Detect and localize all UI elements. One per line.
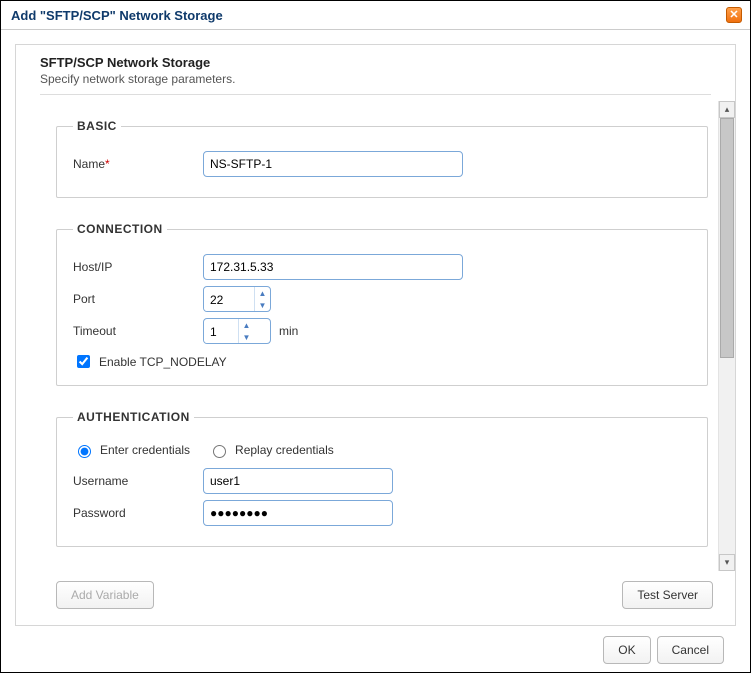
radio-enter-credentials[interactable]: Enter credentials xyxy=(73,442,190,458)
ok-button[interactable]: OK xyxy=(603,636,650,664)
panel-title: SFTP/SCP Network Storage xyxy=(40,55,711,70)
row-port: Port ▲ ▼ xyxy=(73,286,691,312)
cancel-button[interactable]: Cancel xyxy=(657,636,724,664)
radio-replay-credentials[interactable]: Replay credentials xyxy=(208,442,334,458)
password-label: Password xyxy=(73,506,203,520)
timeout-label: Timeout xyxy=(73,324,203,338)
scroll-down-icon[interactable]: ▾ xyxy=(719,554,735,571)
chevron-down-icon[interactable]: ▼ xyxy=(255,299,270,311)
group-authentication: AUTHENTICATION Enter credentials Replay … xyxy=(56,410,708,547)
row-username: Username xyxy=(73,468,691,494)
port-input[interactable] xyxy=(204,287,254,312)
group-connection: CONNECTION Host/IP Port ▲ ▼ xyxy=(56,222,708,386)
form-area: BASIC Name* CONNECTION Host/IP xyxy=(16,101,718,571)
panel-footer: Add Variable Test Server xyxy=(16,571,735,625)
chevron-up-icon[interactable]: ▲ xyxy=(255,287,270,299)
row-auth-mode: Enter credentials Replay credentials xyxy=(73,442,691,458)
chevron-down-icon[interactable]: ▼ xyxy=(239,331,254,343)
scrollbar-thumb[interactable] xyxy=(720,118,734,358)
password-input[interactable] xyxy=(203,500,393,526)
required-mark: * xyxy=(105,157,110,171)
dialog-titlebar: Add "SFTP/SCP" Network Storage ✕ xyxy=(1,1,750,30)
row-timeout: Timeout ▲ ▼ min xyxy=(73,318,691,344)
vertical-scrollbar[interactable]: ▴ ▾ xyxy=(718,101,735,571)
timeout-spinner-arrows: ▲ ▼ xyxy=(238,319,254,343)
username-label: Username xyxy=(73,474,203,488)
scroll-area: BASIC Name* CONNECTION Host/IP xyxy=(16,101,735,571)
name-input[interactable] xyxy=(203,151,463,177)
chevron-up-icon[interactable]: ▲ xyxy=(239,319,254,331)
host-label: Host/IP xyxy=(73,260,203,274)
name-label: Name* xyxy=(73,157,203,171)
radio-replay-input[interactable] xyxy=(213,445,226,458)
add-variable-button[interactable]: Add Variable xyxy=(56,581,154,609)
main-panel: SFTP/SCP Network Storage Specify network… xyxy=(15,44,736,626)
test-server-button[interactable]: Test Server xyxy=(622,581,713,609)
nodelay-label: Enable TCP_NODELAY xyxy=(99,355,227,369)
dialog-footer: OK Cancel xyxy=(15,626,736,676)
group-auth-legend: AUTHENTICATION xyxy=(73,410,194,424)
username-input[interactable] xyxy=(203,468,393,494)
row-password: Password xyxy=(73,500,691,526)
dialog-title: Add "SFTP/SCP" Network Storage xyxy=(11,8,223,23)
row-nodelay: Enable TCP_NODELAY xyxy=(73,352,691,371)
timeout-spinner[interactable]: ▲ ▼ xyxy=(203,318,271,344)
group-basic: BASIC Name* xyxy=(56,119,708,198)
timeout-unit: min xyxy=(279,324,298,338)
scrollbar-track[interactable] xyxy=(719,118,735,554)
row-host: Host/IP xyxy=(73,254,691,280)
panel-header: SFTP/SCP Network Storage Specify network… xyxy=(16,45,735,101)
radio-enter-input[interactable] xyxy=(78,445,91,458)
nodelay-checkbox[interactable] xyxy=(77,355,90,368)
panel-subtitle: Specify network storage parameters. xyxy=(40,70,711,95)
host-input[interactable] xyxy=(203,254,463,280)
row-name: Name* xyxy=(73,151,691,177)
port-spinner-arrows: ▲ ▼ xyxy=(254,287,270,311)
scroll-up-icon[interactable]: ▴ xyxy=(719,101,735,118)
port-label: Port xyxy=(73,292,203,306)
group-connection-legend: CONNECTION xyxy=(73,222,167,236)
close-icon[interactable]: ✕ xyxy=(726,7,742,23)
port-spinner[interactable]: ▲ ▼ xyxy=(203,286,271,312)
dialog-body: SFTP/SCP Network Storage Specify network… xyxy=(1,30,750,686)
dialog-add-network-storage: Add "SFTP/SCP" Network Storage ✕ SFTP/SC… xyxy=(0,0,751,673)
group-basic-legend: BASIC xyxy=(73,119,121,133)
timeout-input[interactable] xyxy=(204,319,238,344)
